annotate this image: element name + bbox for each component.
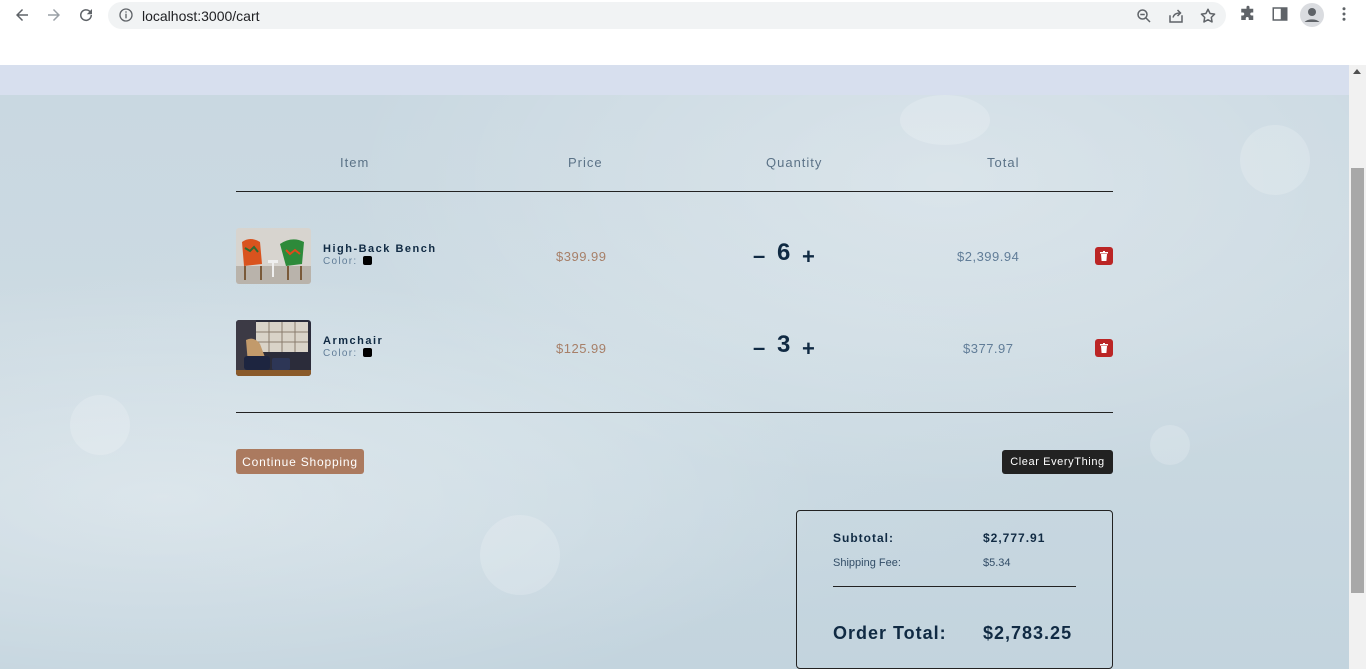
- browser-toolbar: localhost:3000/cart: [0, 0, 1366, 65]
- vertical-scrollbar[interactable]: [1349, 65, 1366, 669]
- increase-quantity-button[interactable]: +: [802, 336, 815, 362]
- color-label: Color:: [323, 348, 358, 359]
- remove-item-button[interactable]: [1095, 339, 1113, 357]
- color-label: Color:: [323, 256, 358, 267]
- order-total-label: Order Total:: [833, 623, 947, 643]
- item-subtotal: $377.97: [963, 341, 1014, 356]
- cart-item-row: Armchair Color: $125.99 – 3 + $377.97: [236, 320, 1113, 376]
- back-button[interactable]: [10, 3, 34, 27]
- shipping-label: Shipping Fee:: [833, 557, 901, 569]
- background-bokeh: [900, 95, 990, 145]
- forward-icon: [48, 9, 60, 21]
- product-price: $399.99: [556, 249, 607, 264]
- url-text[interactable]: localhost:3000/cart: [142, 8, 260, 24]
- product-image: [236, 320, 311, 376]
- product-color: Color:: [323, 256, 373, 267]
- zoom-icon[interactable]: [1135, 7, 1153, 25]
- star-icon[interactable]: [1199, 7, 1217, 25]
- header-divider: [236, 191, 1113, 192]
- quantity-value: 6: [777, 239, 791, 266]
- scrollbar-thumb[interactable]: [1351, 168, 1364, 593]
- reload-button[interactable]: [74, 3, 98, 27]
- decrease-quantity-button[interactable]: –: [753, 243, 765, 269]
- background-bokeh: [1150, 425, 1190, 465]
- extensions-icon[interactable]: [1239, 5, 1257, 23]
- decrease-quantity-button[interactable]: –: [753, 335, 765, 361]
- scroll-up-arrow-icon[interactable]: [1353, 69, 1361, 74]
- column-header-total: Total: [987, 155, 1020, 170]
- continue-shopping-button[interactable]: Continue Shopping: [236, 449, 364, 474]
- trash-icon: [1100, 343, 1108, 353]
- order-totals-box: Subtotal: $2,777.91 Shipping Fee: $5.34 …: [796, 510, 1113, 669]
- back-icon: [16, 9, 28, 21]
- product-price: $125.99: [556, 341, 607, 356]
- shipping-value: $5.34: [983, 557, 1011, 569]
- site-navbar: [0, 65, 1349, 95]
- profile-icon[interactable]: [1300, 3, 1324, 27]
- increase-quantity-button[interactable]: +: [802, 244, 815, 270]
- order-total-value: $2,783.25: [983, 623, 1073, 643]
- product-image: [236, 228, 311, 284]
- share-icon[interactable]: [1167, 7, 1185, 25]
- product-name: Armchair: [323, 335, 384, 347]
- address-bar[interactable]: localhost:3000/cart: [108, 2, 1226, 29]
- column-header-quantity: Quantity: [766, 155, 823, 170]
- page-viewport: Item Price Quantity Total High-Back Benc…: [0, 65, 1349, 669]
- menu-icon[interactable]: [1335, 5, 1353, 23]
- product-color: Color:: [323, 348, 373, 359]
- clear-cart-button[interactable]: Clear EveryThing: [1002, 450, 1113, 474]
- color-swatch: [363, 348, 373, 357]
- column-header-price: Price: [568, 155, 603, 170]
- color-swatch: [363, 256, 373, 265]
- remove-item-button[interactable]: [1095, 247, 1113, 265]
- background-bokeh: [70, 395, 130, 455]
- subtotal-label: Subtotal:: [833, 531, 894, 545]
- background-bokeh: [480, 515, 560, 595]
- reload-icon: [80, 9, 93, 22]
- subtotal-value: $2,777.91: [983, 531, 1046, 545]
- trash-icon: [1100, 251, 1108, 261]
- product-name: High-Back Bench: [323, 243, 437, 255]
- background-bokeh: [1240, 125, 1310, 195]
- item-subtotal: $2,399.94: [957, 249, 1020, 264]
- totals-divider: [833, 586, 1076, 587]
- side-panel-icon[interactable]: [1271, 5, 1289, 23]
- items-divider: [236, 412, 1113, 413]
- cart-item-row: High-Back Bench Color: $399.99 – 6 + $2,…: [236, 228, 1113, 284]
- quantity-value: 3: [777, 331, 791, 358]
- column-header-item: Item: [340, 155, 370, 170]
- cart-background: [0, 95, 1349, 669]
- info-icon[interactable]: [118, 7, 134, 23]
- forward-button[interactable]: [42, 3, 66, 27]
